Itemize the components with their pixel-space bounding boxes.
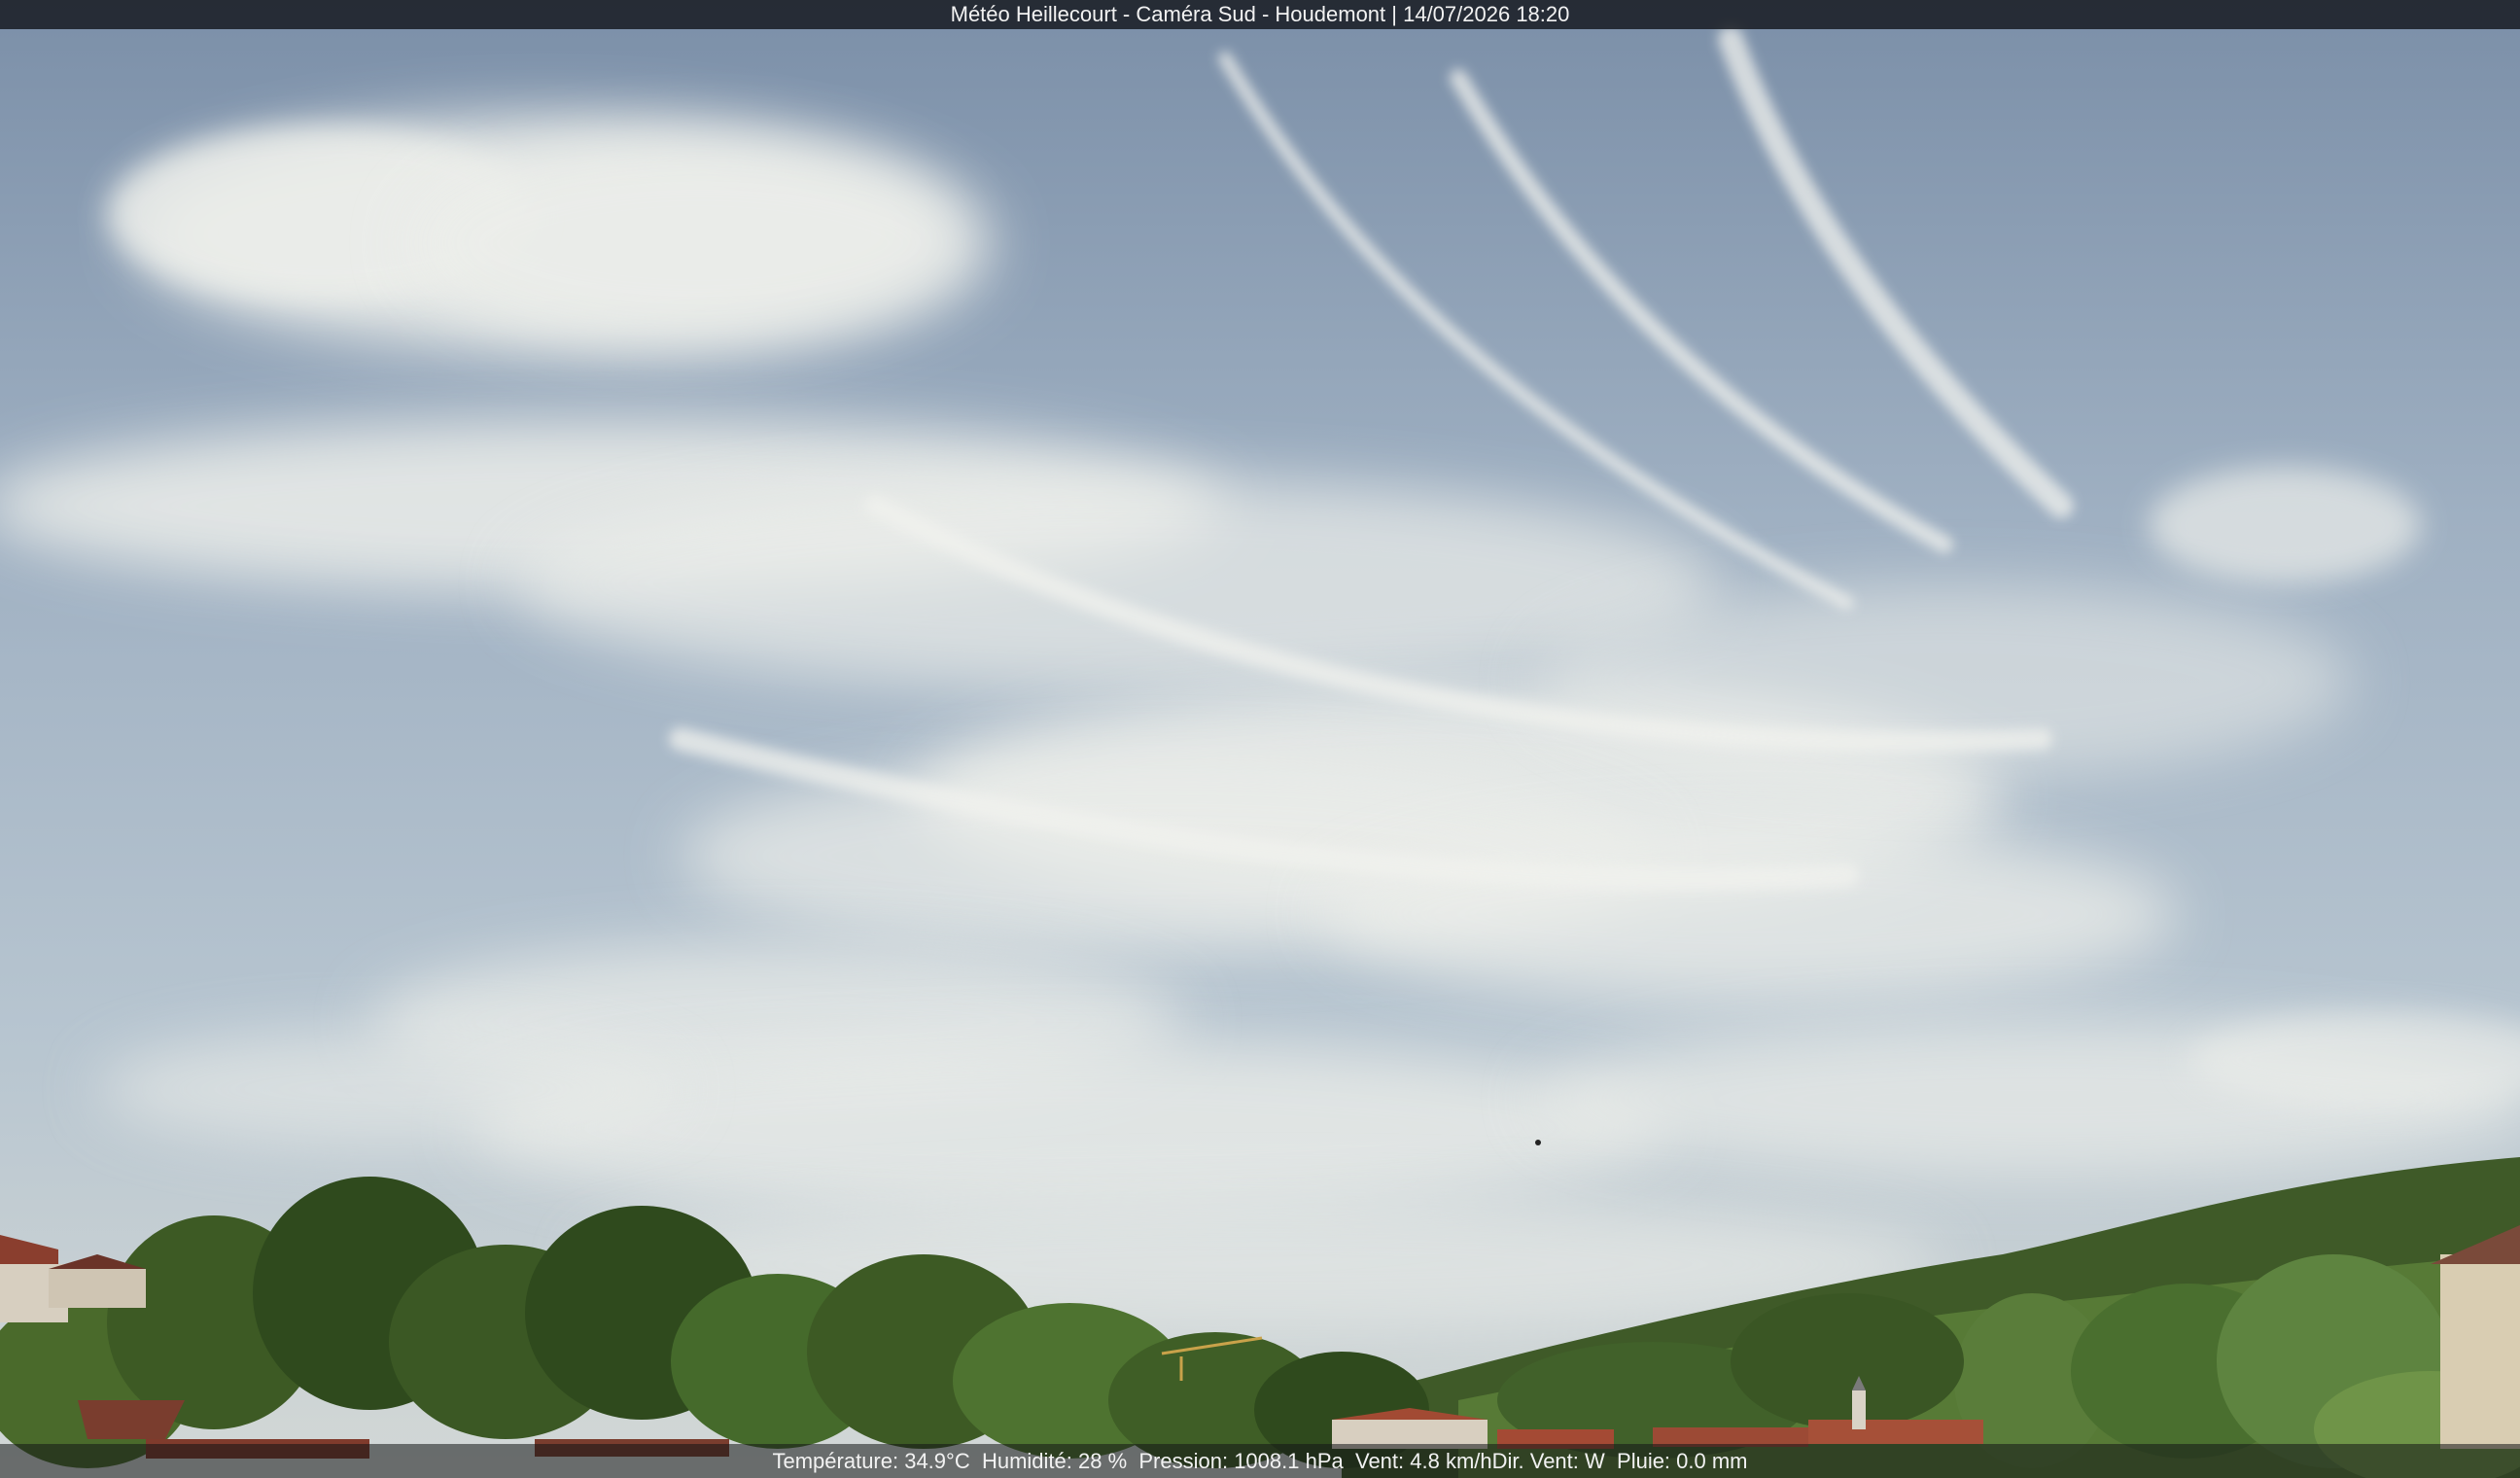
wind-direction-reading: Dir. Vent: W — [1491, 1449, 1605, 1473]
rain-reading: Pluie: 0.0 mm — [1617, 1449, 1748, 1473]
pressure-reading: Pression: 1008.1 hPa — [1138, 1449, 1344, 1473]
wind-speed-reading: Vent: 4.8 km/h — [1354, 1449, 1492, 1473]
camera-title: Météo Heillecourt - Caméra Sud - Houdemo… — [950, 2, 1570, 26]
weather-status-bar: Température: 34.9°C Humidité: 28 % Press… — [0, 1444, 2520, 1478]
humidity-reading: Humidité: 28 % — [981, 1449, 1128, 1473]
temperature-reading: Température: 34.9°C — [772, 1449, 970, 1473]
camera-title-bar: Météo Heillecourt - Caméra Sud - Houdemo… — [0, 0, 2520, 29]
bird — [1535, 1140, 1541, 1145]
webcam-scene — [0, 0, 2520, 1478]
